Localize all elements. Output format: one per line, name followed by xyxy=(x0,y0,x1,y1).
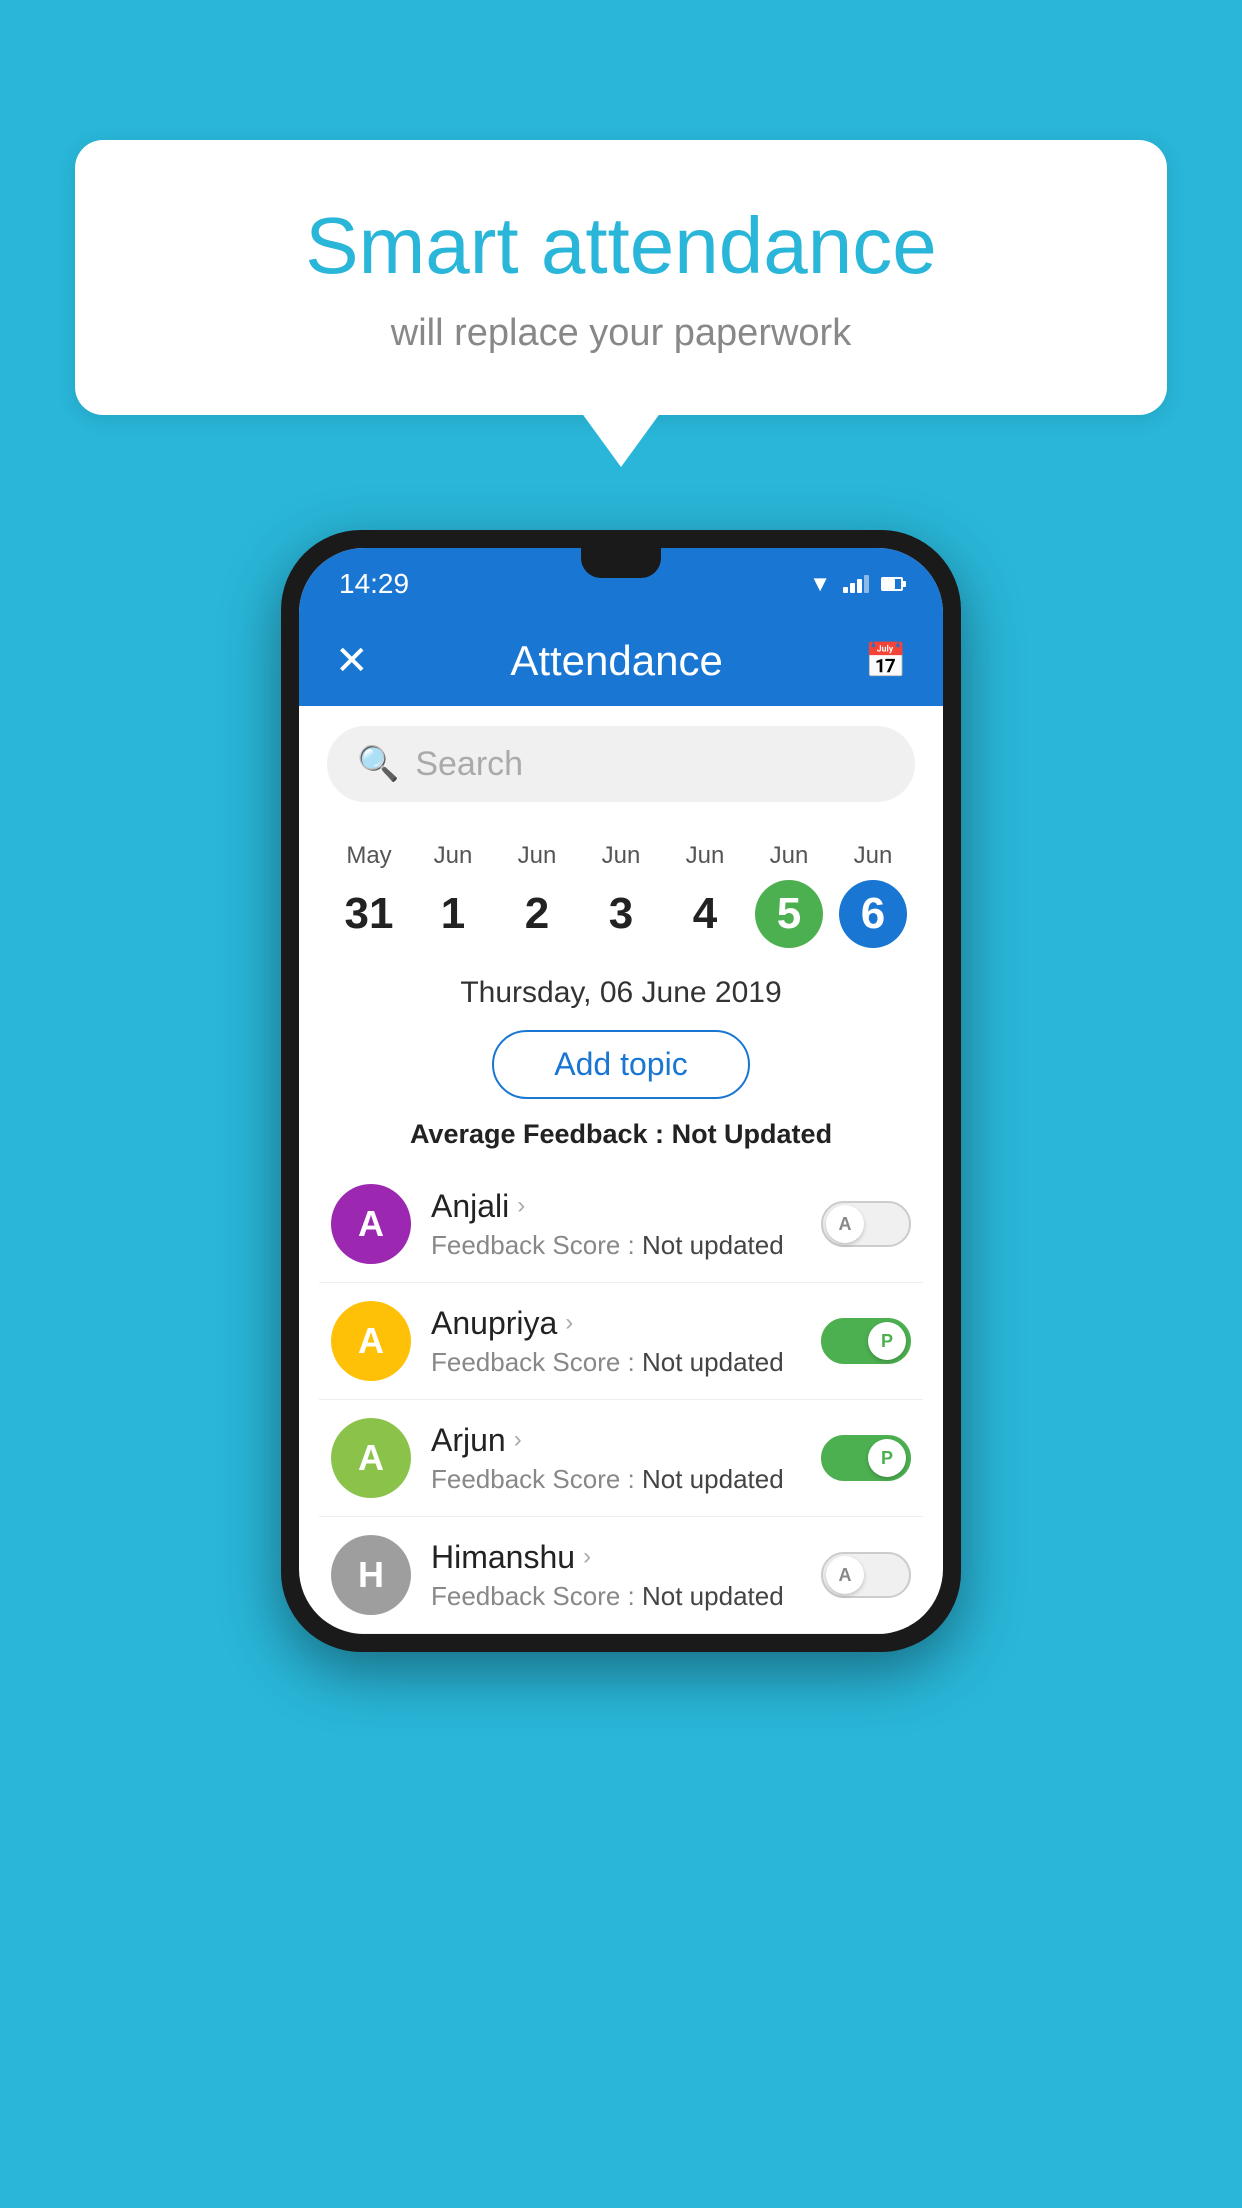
speech-bubble-container: Smart attendance will replace your paper… xyxy=(75,140,1167,415)
status-time: 14:29 xyxy=(339,568,409,600)
calendar-strip: May 31 Jun 1 Jun 2 Jun 3 Jun 4 Jun 5 Jun 6 xyxy=(299,822,943,958)
cal-month-6: Jun xyxy=(835,842,911,870)
student-item-2[interactable]: A Arjun › Feedback Score : Not updated P xyxy=(319,1400,923,1517)
student-chevron-3: › xyxy=(583,1543,591,1571)
toggle-knob-3: A xyxy=(826,1556,864,1594)
phone-outer: 14:29 ▼ xyxy=(281,530,961,1652)
toggle-1[interactable]: P xyxy=(821,1318,911,1364)
cal-date-5: 5 xyxy=(755,880,823,948)
cal-date-2: 2 xyxy=(503,880,571,948)
avg-feedback-label: Average Feedback : xyxy=(410,1119,664,1149)
toggle-container-1[interactable]: P xyxy=(821,1318,911,1364)
toggle-knob-1: P xyxy=(868,1322,906,1360)
cal-date-4: 4 xyxy=(671,880,739,948)
toggle-3[interactable]: A xyxy=(821,1552,911,1598)
toggle-knob-0: A xyxy=(826,1205,864,1243)
avg-feedback: Average Feedback : Not Updated xyxy=(299,1109,943,1166)
student-list: AAnjali ›Feedback Score : Not updatedAAA… xyxy=(299,1166,943,1634)
app-bar-title: Attendance xyxy=(369,637,865,685)
student-item-0[interactable]: AAnjali ›Feedback Score : Not updatedA xyxy=(319,1166,923,1283)
toggle-0[interactable]: A xyxy=(821,1201,911,1247)
cal-date-3: 3 xyxy=(587,880,655,948)
student-name-0: Anjali › xyxy=(431,1188,821,1225)
student-chevron-2: › xyxy=(514,1426,522,1454)
speech-bubble: Smart attendance will replace your paper… xyxy=(75,140,1167,415)
student-feedback-3: Feedback Score : Not updated xyxy=(431,1581,821,1612)
student-chevron-0: › xyxy=(517,1192,525,1220)
toggle-2[interactable]: P xyxy=(821,1435,911,1481)
selected-date: Thursday, 06 June 2019 xyxy=(299,958,943,1020)
cal-month-3: Jun xyxy=(583,842,659,870)
status-icons: ▼ xyxy=(809,571,903,597)
search-icon: 🔍 xyxy=(357,744,399,784)
signal-icon xyxy=(843,575,869,593)
student-avatar-2: A xyxy=(331,1418,411,1498)
student-feedback-0: Feedback Score : Not updated xyxy=(431,1230,821,1261)
wifi-icon: ▼ xyxy=(809,571,831,597)
phone-notch xyxy=(581,548,661,578)
student-item-3[interactable]: H Himanshu › Feedback Score : Not updatedA xyxy=(319,1517,923,1634)
student-info-1: Anupriya › Feedback Score : Not updated xyxy=(431,1305,821,1378)
app-bar: ✕ Attendance 📅 xyxy=(299,616,943,706)
cal-month-5: Jun xyxy=(751,842,827,870)
student-name-2: Arjun › xyxy=(431,1422,821,1459)
cal-month-0: May xyxy=(331,842,407,870)
bubble-title: Smart attendance xyxy=(155,200,1087,292)
avg-feedback-value: Not Updated xyxy=(672,1119,832,1149)
cal-day-1[interactable]: Jun 1 xyxy=(411,832,495,958)
cal-day-4[interactable]: Jun 4 xyxy=(663,832,747,958)
search-placeholder: Search xyxy=(415,745,523,784)
student-feedback-2: Feedback Score : Not updated xyxy=(431,1464,821,1495)
cal-date-6: 6 xyxy=(839,880,907,948)
cal-date-1: 1 xyxy=(419,880,487,948)
cal-date-0: 31 xyxy=(335,880,403,948)
calendar-icon[interactable]: 📅 xyxy=(865,641,907,681)
student-info-0: Anjali › Feedback Score : Not updated xyxy=(431,1188,821,1261)
student-avatar-1: A xyxy=(331,1301,411,1381)
cal-day-6[interactable]: Jun 6 xyxy=(831,832,915,958)
student-item-1[interactable]: A Anupriya › Feedback Score : Not updated P xyxy=(319,1283,923,1400)
student-avatar-0: A xyxy=(331,1184,411,1264)
cal-day-3[interactable]: Jun 3 xyxy=(579,832,663,958)
cal-month-4: Jun xyxy=(667,842,743,870)
toggle-container-2[interactable]: P xyxy=(821,1435,911,1481)
cal-day-2[interactable]: Jun 2 xyxy=(495,832,579,958)
battery-icon xyxy=(881,577,903,591)
bubble-subtitle: will replace your paperwork xyxy=(155,312,1087,355)
student-info-3: Himanshu › Feedback Score : Not updated xyxy=(431,1539,821,1612)
student-info-2: Arjun › Feedback Score : Not updated xyxy=(431,1422,821,1495)
student-feedback-1: Feedback Score : Not updated xyxy=(431,1347,821,1378)
toggle-container-3[interactable]: A xyxy=(821,1552,911,1598)
cal-day-0[interactable]: May 31 xyxy=(327,832,411,958)
student-name-1: Anupriya › xyxy=(431,1305,821,1342)
cal-month-1: Jun xyxy=(415,842,491,870)
add-topic-button[interactable]: Add topic xyxy=(492,1030,749,1099)
toggle-container-0[interactable]: A xyxy=(821,1201,911,1247)
search-bar[interactable]: 🔍 Search xyxy=(327,726,915,802)
cal-day-5[interactable]: Jun 5 xyxy=(747,832,831,958)
close-icon[interactable]: ✕ xyxy=(335,638,369,684)
student-avatar-3: H xyxy=(331,1535,411,1615)
toggle-knob-2: P xyxy=(868,1439,906,1477)
phone-wrapper: 14:29 ▼ xyxy=(281,530,961,1652)
cal-month-2: Jun xyxy=(499,842,575,870)
student-name-3: Himanshu › xyxy=(431,1539,821,1576)
student-chevron-1: › xyxy=(565,1309,573,1337)
phone-screen: 14:29 ▼ xyxy=(299,548,943,1634)
